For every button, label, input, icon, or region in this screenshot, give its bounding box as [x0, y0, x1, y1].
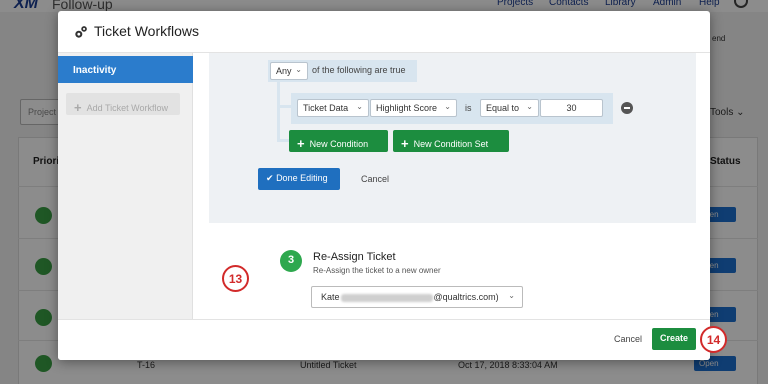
operator-value: Equal to	[486, 103, 520, 113]
match-select-value: Any	[276, 66, 292, 76]
new-condition-button[interactable]: + New Condition	[289, 130, 388, 152]
callout-14: 14	[700, 326, 727, 353]
field-type-value: Ticket Data	[303, 103, 349, 113]
tree-line	[277, 82, 280, 141]
checkmark-icon: ✔	[266, 173, 274, 183]
cancel-button[interactable]: Cancel	[614, 334, 642, 344]
field-name-select[interactable]: Highlight Score ⌄	[370, 99, 457, 117]
gears-icon	[75, 26, 87, 38]
ticket-workflows-modal: Ticket Workflows Inactivity + Add Ticket …	[58, 11, 710, 360]
callout-13: 13	[222, 265, 249, 292]
chevron-down-icon: ⌄	[526, 102, 533, 111]
match-text: of the following are true	[312, 65, 406, 75]
add-workflow-label: Add Ticket Workflow	[86, 103, 168, 113]
chevron-down-icon: ⌄	[508, 291, 515, 300]
condition-row: Ticket Data ⌄ Highlight Score ⌄ is Equal t…	[291, 93, 613, 124]
conditions-panel: Any ⌄ of the following are true Ticket Da…	[209, 53, 696, 223]
new-condition-label: New Condition	[309, 139, 369, 149]
plus-icon: +	[401, 136, 409, 151]
plus-icon: +	[297, 136, 305, 151]
add-ticket-workflow-button[interactable]: + Add Ticket Workflow	[66, 93, 180, 115]
done-editing-label: Done Editing	[276, 173, 328, 183]
chevron-down-icon: ⌄	[444, 102, 451, 111]
step-subtitle: Re-Assign the ticket to a new owner	[313, 266, 441, 275]
chevron-down-icon: ⌄	[356, 102, 363, 111]
owner-name: Kate	[321, 292, 340, 302]
sidebar-item-inactivity[interactable]: Inactivity	[58, 56, 193, 83]
plus-icon: +	[74, 100, 82, 115]
condition-value-input[interactable]: 30	[540, 99, 603, 117]
chevron-down-icon: ⌄	[295, 65, 302, 74]
new-condition-set-label: New Condition Set	[413, 139, 489, 149]
step-title: Re-Assign Ticket	[313, 251, 396, 263]
workflow-sidebar: Inactivity + Add Ticket Workflow	[58, 53, 193, 319]
match-select[interactable]: Any ⌄	[270, 62, 308, 80]
new-condition-set-button[interactable]: + New Condition Set	[393, 130, 509, 152]
workflow-editor: Any ⌄ of the following are true Ticket Da…	[193, 53, 710, 319]
operator-word: is	[465, 103, 472, 113]
create-button[interactable]: Create	[652, 328, 696, 350]
redacted-text	[340, 293, 433, 302]
field-type-select[interactable]: Ticket Data ⌄	[297, 99, 369, 117]
modal-header: Ticket Workflows	[58, 11, 710, 53]
owner-select[interactable]: Kate @qualtrics.com) ⌄	[311, 286, 523, 308]
modal-footer: Cancel Create	[58, 319, 710, 360]
remove-condition-icon[interactable]	[621, 102, 633, 114]
match-row: Any ⌄ of the following are true	[268, 60, 417, 82]
field-name-value: Highlight Score	[376, 103, 438, 113]
owner-email: @qualtrics.com)	[433, 292, 499, 302]
step-number-badge: 3	[280, 250, 302, 272]
cancel-editing-link[interactable]: Cancel	[361, 174, 389, 184]
operator-select[interactable]: Equal to ⌄	[480, 99, 539, 117]
modal-title: Ticket Workflows	[94, 23, 200, 39]
done-editing-button[interactable]: ✔ Done Editing	[258, 168, 340, 190]
